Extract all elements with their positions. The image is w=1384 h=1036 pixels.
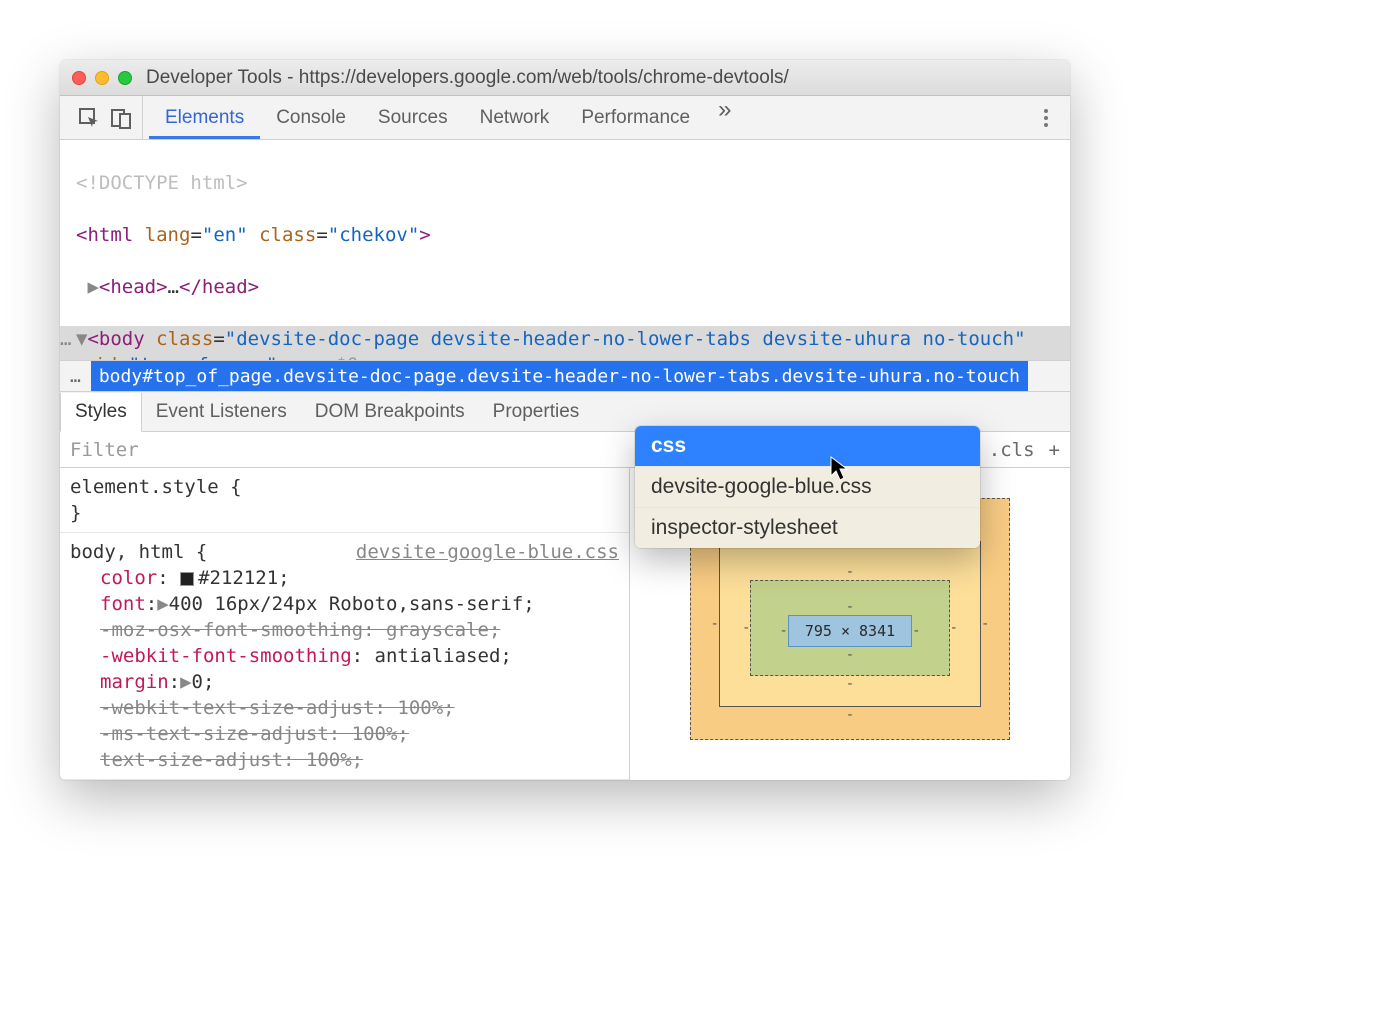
dom-val: "devsite-doc-page devsite-header-no-lowe… xyxy=(225,328,1026,350)
dom-head-close: </head> xyxy=(179,276,259,298)
dom-doctype: <!DOCTYPE html> xyxy=(76,172,248,194)
window-minimize-button[interactable] xyxy=(95,71,109,85)
bm-border-top: - xyxy=(742,564,958,580)
box-model-padding[interactable]: - - 795 × 8341 - - xyxy=(750,580,949,676)
stylesheet-context-menu: css devsite-google-blue.css inspector-st… xyxy=(635,426,980,548)
bm-padding-top: - xyxy=(779,599,920,615)
dom-attr: id xyxy=(94,354,117,360)
panel-tabs: Elements Console Sources Network Perform… xyxy=(149,96,743,139)
subtab-dom-breakpoints[interactable]: DOM Breakpoints xyxy=(301,392,479,431)
bm-margin-left: - xyxy=(711,616,719,632)
css-declaration[interactable]: color: #212121; xyxy=(70,565,619,591)
tabs-overflow-button[interactable]: » xyxy=(706,96,743,139)
dom-html-tag: html xyxy=(87,224,133,246)
subtab-properties[interactable]: Properties xyxy=(479,392,594,431)
subtab-event-listeners[interactable]: Event Listeners xyxy=(142,392,301,431)
css-declaration[interactable]: -ms-text-size-adjust: 100%; xyxy=(70,721,619,747)
inspect-element-icon[interactable] xyxy=(78,107,100,129)
dom-eq: == xyxy=(289,354,335,360)
dom-ghost: $0 xyxy=(335,354,358,360)
window-maximize-button[interactable] xyxy=(118,71,132,85)
tab-performance[interactable]: Performance xyxy=(565,96,706,139)
toggle-cls-button[interactable]: .cls xyxy=(989,439,1035,461)
devtools-window: Developer Tools - https://developers.goo… xyxy=(60,60,1070,780)
dom-breadcrumb[interactable]: … body#top_of_page.devsite-doc-page.devs… xyxy=(60,360,1070,392)
dom-gutter: … xyxy=(60,326,76,352)
dom-head-open[interactable]: <head> xyxy=(99,276,168,298)
device-toolbar-icon[interactable] xyxy=(110,107,132,129)
bm-padding-bottom: - xyxy=(779,647,920,663)
rule-selector: element.style { xyxy=(70,474,619,500)
css-declaration[interactable]: -moz-osx-font-smoothing: grayscale; xyxy=(70,617,619,643)
subtab-styles[interactable]: Styles xyxy=(60,393,142,432)
window-close-button[interactable] xyxy=(72,71,86,85)
styles-content: element.style { } devsite-google-blue.cs… xyxy=(60,468,1070,780)
dom-attr: lang xyxy=(145,224,191,246)
box-model-border[interactable]: - - - - 795 × 8341 - - - - xyxy=(719,541,981,707)
dom-val: "chekov" xyxy=(328,224,420,246)
new-style-rule-button[interactable]: + xyxy=(1049,439,1060,461)
styles-filter-input[interactable]: Filter xyxy=(70,439,139,461)
bm-border-right: - xyxy=(950,620,958,636)
bm-margin-right: - xyxy=(981,616,989,632)
breadcrumb-overflow[interactable]: … xyxy=(60,366,91,387)
styles-rules-pane[interactable]: element.style { } devsite-google-blue.cs… xyxy=(60,468,630,780)
tab-network[interactable]: Network xyxy=(464,96,566,139)
tab-sources[interactable]: Sources xyxy=(362,96,464,139)
tab-console[interactable]: Console xyxy=(260,96,362,139)
mouse-cursor-icon xyxy=(830,456,850,488)
bm-padding-left: - xyxy=(779,623,787,639)
rule-body-html[interactable]: devsite-google-blue.css body, html { col… xyxy=(60,533,629,780)
rule-close: } xyxy=(70,500,619,526)
dom-val: "en" xyxy=(202,224,248,246)
tab-elements[interactable]: Elements xyxy=(149,96,260,139)
css-declaration[interactable]: -webkit-font-smoothing: antialiased; xyxy=(70,643,619,669)
dom-selected-body[interactable]: …▼<body class="devsite-doc-page devsite-… xyxy=(60,326,1070,360)
menu-item-inspector-stylesheet[interactable]: inspector-stylesheet xyxy=(635,508,980,548)
breadcrumb-current[interactable]: body#top_of_page.devsite-doc-page.devsit… xyxy=(91,361,1028,391)
menu-item-css[interactable]: css xyxy=(635,426,980,467)
main-toolbar: Elements Console Sources Network Perform… xyxy=(60,96,1070,140)
rule-element-style[interactable]: element.style { } xyxy=(60,468,629,533)
window-title: Developer Tools - https://developers.goo… xyxy=(146,67,789,89)
dom-val: "top_of_page" xyxy=(129,354,278,360)
css-declaration[interactable]: margin:▶0; xyxy=(70,669,619,695)
box-model-content[interactable]: 795 × 8341 xyxy=(788,615,912,647)
rule-source-link[interactable]: devsite-google-blue.css xyxy=(356,539,619,565)
css-declaration[interactable]: text-size-adjust: 100%; xyxy=(70,747,619,773)
dom-body-tag: body xyxy=(99,328,145,350)
bm-padding-right: - xyxy=(912,623,920,639)
bm-margin-bottom: - xyxy=(711,707,990,723)
css-declaration[interactable]: -webkit-text-size-adjust: 100%; xyxy=(70,695,619,721)
dom-ellipsis: … xyxy=(168,276,179,298)
settings-kebab-button[interactable] xyxy=(1030,109,1062,127)
window-titlebar: Developer Tools - https://developers.goo… xyxy=(60,60,1070,96)
traffic-lights xyxy=(72,71,132,85)
dom-tree[interactable]: <!DOCTYPE html> <html lang="en" class="c… xyxy=(60,140,1070,360)
bm-border-bottom: - xyxy=(742,676,958,692)
menu-item-devsite-blue[interactable]: devsite-google-blue.css xyxy=(635,467,980,508)
dom-attr: class xyxy=(259,224,316,246)
css-declaration[interactable]: font:▶400 16px/24px Roboto,sans-serif; xyxy=(70,591,619,617)
bm-border-left: - xyxy=(742,620,750,636)
dom-attr: class xyxy=(156,328,213,350)
